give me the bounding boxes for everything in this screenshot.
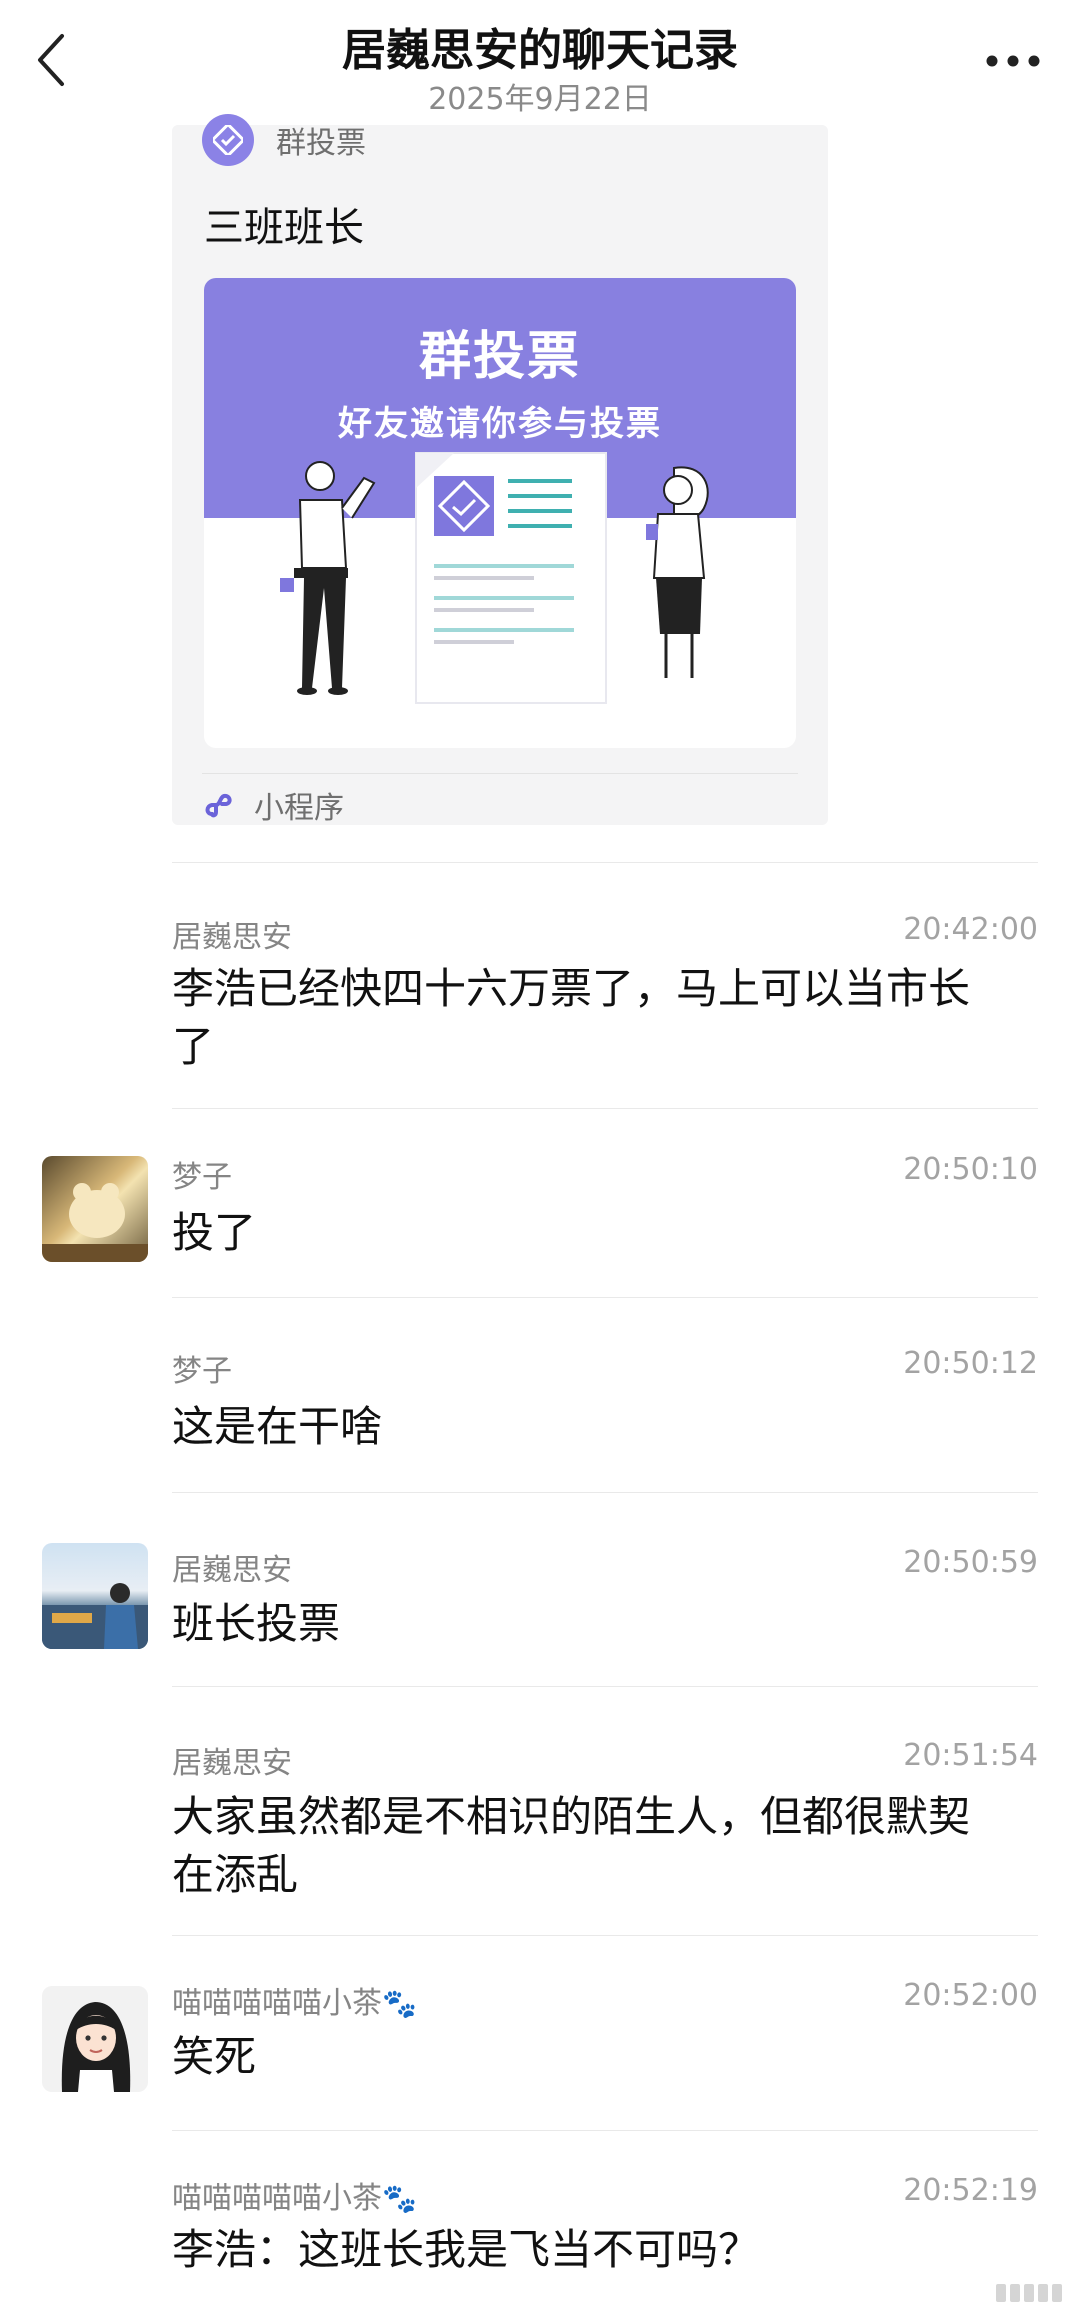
paw-icon: 🐾 [382, 1987, 417, 2020]
message-time: 20:52:19 [903, 2173, 1038, 2208]
page-title: 居巍思安的聊天记录 [342, 25, 738, 76]
message-divider [172, 862, 1038, 863]
chat-message: 梦子 20:50:12 这是在干啥 [0, 1300, 1080, 1480]
avatar-image [42, 1583, 148, 1649]
message-sender: 居巍思安 [172, 1746, 292, 1781]
message-sender: 居巍思安 [172, 1553, 292, 1588]
mini-program-label: 小程序 [254, 791, 344, 826]
chat-message: 喵喵喵喵喵小茶🐾 20:52:19 李浩：这班长我是飞当不可吗？ [0, 2135, 1080, 2322]
message-time: 20:52:00 [903, 1978, 1038, 2013]
message-sender: 梦子 [172, 1160, 232, 1195]
avatar[interactable] [42, 1156, 148, 1262]
message-time: 20:42:00 [903, 912, 1038, 947]
poster-title: 群投票 [418, 326, 581, 387]
message-time: 20:51:54 [903, 1738, 1038, 1773]
vote-poster-image: 群投票 好友邀请你参与投票 [204, 278, 796, 748]
message-text: 班长投票 [172, 1599, 341, 1648]
message-sender: 喵喵喵喵喵小茶🐾 [172, 1978, 417, 2022]
card-source: 群投票 [202, 114, 366, 169]
chat-message: 居巍思安 20:51:54 大家虽然都是不相识的陌生人，但都很默契在添乱 [0, 1690, 1080, 1930]
sender-name: 喵喵喵喵喵小茶 [172, 1986, 382, 2021]
card-app-label: 群投票 [276, 126, 366, 161]
avatar-image [61, 2002, 131, 2092]
message-text: 这是在干啥 [172, 1402, 383, 1451]
message-text: 李浩已经快四十六万票了，马上可以当市长了 [172, 964, 971, 1071]
message-text: 投了 [172, 1208, 257, 1257]
sender-name: 喵喵喵喵喵小茶 [172, 2181, 382, 2216]
message-text: 李浩：这班长我是飞当不可吗？ [172, 2225, 761, 2274]
chat-message: 梦子 20:50:10 投了 [0, 1110, 1080, 1290]
message-text: 大家虽然都是不相识的陌生人，但都很默契在添乱 [172, 1792, 971, 1899]
vote-title: 三班班长 [204, 205, 364, 251]
message-sender: 梦子 [172, 1354, 232, 1389]
gallery-indicator-icon [996, 2284, 1062, 2302]
message-time: 20:50:12 [903, 1346, 1038, 1381]
card-divider [202, 773, 798, 774]
message-divider [172, 1686, 1038, 1687]
top-bar: 居巍思安的聊天记录 2025年9月22日 [0, 0, 1080, 125]
group-vote-card[interactable]: 群投票 三班班长 群投票 好友邀请你参与投票 小程序 [172, 114, 828, 826]
vote-app-icon [202, 114, 254, 166]
message-time: 20:50:59 [903, 1545, 1038, 1580]
chat-message: 居巍思安 20:50:59 班长投票 [0, 1495, 1080, 1675]
chat-message: 居巍思安 20:42:00 李浩已经快四十六万票了，马上可以当市长了 [0, 880, 1080, 1100]
chat-date: 2025年9月22日 [428, 82, 652, 117]
mini-program-footer: 小程序 [202, 779, 344, 831]
message-divider [172, 1492, 1038, 1493]
avatar-image [42, 1183, 148, 1262]
message-divider [172, 1108, 1038, 1109]
poster-subtitle: 好友邀请你参与投票 [338, 404, 662, 444]
message-text: 笑死 [172, 2032, 257, 2081]
avatar[interactable] [42, 1986, 148, 2092]
message-divider [172, 1297, 1038, 1298]
chat-message: 喵喵喵喵喵小茶🐾 20:52:00 笑死 [0, 1940, 1080, 2120]
mini-program-icon [205, 793, 232, 818]
message-divider [172, 2130, 1038, 2131]
more-options-icon[interactable] [984, 52, 1042, 70]
message-time: 20:50:10 [903, 1152, 1038, 1187]
avatar[interactable] [42, 1543, 148, 1649]
message-divider [172, 1935, 1038, 1936]
message-sender: 居巍思安 [172, 920, 292, 955]
message-sender: 喵喵喵喵喵小茶🐾 [172, 2173, 417, 2217]
paw-icon: 🐾 [382, 2182, 417, 2215]
